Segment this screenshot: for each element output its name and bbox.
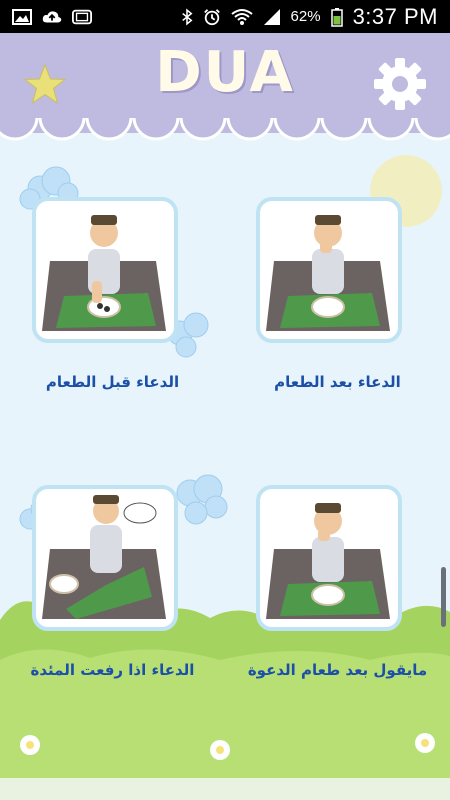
- boy-after-eating-illustration: [266, 215, 390, 331]
- status-bar: 62% 3:37 PM: [0, 0, 450, 33]
- dua-card-lifting-tablecloth[interactable]: [32, 485, 178, 631]
- status-time: 3:37 PM: [352, 3, 438, 29]
- dua-label-lifting-tablecloth[interactable]: الدعاء اذا رفعت المئدة: [0, 661, 225, 679]
- battery-percent: 62%: [290, 8, 321, 25]
- bluetooth-icon: [181, 8, 193, 25]
- tablet-icon: [72, 9, 92, 24]
- settings-gear-icon[interactable]: [372, 56, 428, 112]
- dua-label-after-feast[interactable]: مايقول بعد طعام الدعوة: [225, 661, 450, 679]
- dua-label-after-eating[interactable]: الدعاء بعد الطعام: [225, 373, 450, 391]
- dua-label-before-eating[interactable]: الدعاء قبل الطعام: [0, 373, 225, 391]
- boy-before-eating-illustration: [42, 215, 166, 331]
- alarm-icon: [203, 8, 220, 25]
- signal-icon: [263, 8, 280, 25]
- dua-grid: الدعاء بعد الطعام الدعاء قبل الطعام مايق…: [0, 133, 450, 800]
- battery-icon: [330, 7, 343, 27]
- cloud-upload-icon: [42, 10, 62, 22]
- boy-lifting-tablecloth-illustration: [42, 495, 166, 619]
- image-icon: [12, 8, 32, 25]
- boy-after-feast-illustration: [266, 503, 390, 619]
- scrollbar-thumb[interactable]: [441, 567, 446, 627]
- dua-card-after-feast[interactable]: [256, 485, 402, 631]
- dua-card-after-eating[interactable]: [256, 197, 402, 343]
- star-icon[interactable]: [22, 62, 68, 108]
- wifi-icon: [230, 8, 253, 25]
- dua-card-before-eating[interactable]: [32, 197, 178, 343]
